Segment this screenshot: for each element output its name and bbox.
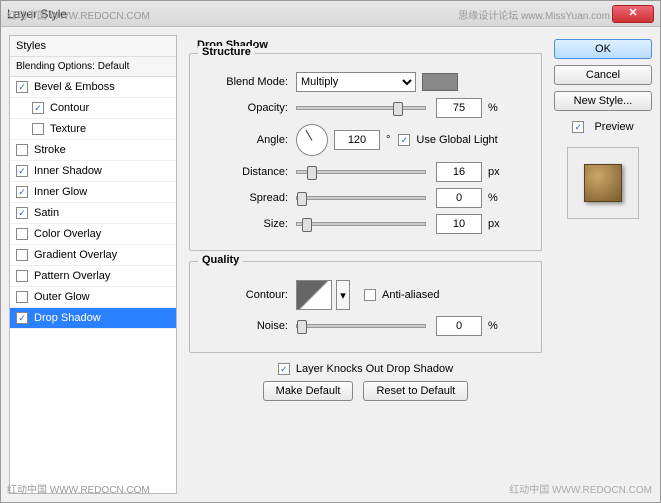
distance-input[interactable]: [436, 162, 482, 182]
knockout-checkbox[interactable]: [278, 363, 290, 375]
style-label: Contour: [50, 102, 89, 114]
style-label: Texture: [50, 123, 86, 135]
ok-button[interactable]: OK: [554, 39, 652, 59]
noise-input[interactable]: [436, 316, 482, 336]
opacity-slider[interactable]: [296, 106, 426, 110]
contour-swatch[interactable]: [296, 280, 332, 310]
anti-aliased-label: Anti-aliased: [382, 289, 439, 301]
style-label: Inner Shadow: [34, 165, 102, 177]
opacity-label: Opacity:: [200, 102, 288, 114]
noise-unit: %: [488, 320, 498, 332]
size-input[interactable]: [436, 214, 482, 234]
style-item-satin[interactable]: Satin: [10, 203, 176, 224]
close-button[interactable]: ✕: [612, 5, 654, 23]
opacity-input[interactable]: [436, 98, 482, 118]
anti-aliased-checkbox[interactable]: [364, 289, 376, 301]
styles-header[interactable]: Styles: [10, 36, 176, 57]
style-checkbox[interactable]: [16, 144, 28, 156]
style-checkbox[interactable]: [16, 186, 28, 198]
right-panel: OK Cancel New Style... Preview: [554, 35, 652, 494]
use-global-light-label: Use Global Light: [416, 134, 497, 146]
style-label: Satin: [34, 207, 59, 219]
center-panel: Drop Shadow Structure Blend Mode: Multip…: [177, 35, 554, 494]
style-item-outer-glow[interactable]: Outer Glow: [10, 287, 176, 308]
style-item-texture[interactable]: Texture: [10, 119, 176, 140]
style-item-drop-shadow[interactable]: Drop Shadow: [10, 308, 176, 329]
quality-legend: Quality: [198, 254, 243, 266]
style-label: Gradient Overlay: [34, 249, 117, 261]
size-slider[interactable]: [296, 222, 426, 226]
noise-slider[interactable]: [296, 324, 426, 328]
style-label: Inner Glow: [34, 186, 87, 198]
style-label: Stroke: [34, 144, 66, 156]
style-label: Drop Shadow: [34, 312, 101, 324]
distance-label: Distance:: [200, 166, 288, 178]
style-checkbox[interactable]: [16, 312, 28, 324]
new-style-button[interactable]: New Style...: [554, 91, 652, 111]
angle-dial[interactable]: [296, 124, 328, 156]
use-global-light-checkbox[interactable]: [398, 134, 410, 146]
layer-style-dialog: Layer Style ✕ 红动中国 WWW.REDOCN.COM 思缘设计论坛…: [0, 0, 661, 503]
watermark-bottom-left: 红动中国 WWW.REDOCN.COM: [7, 481, 150, 496]
spread-input[interactable]: [436, 188, 482, 208]
contour-dropdown[interactable]: ▾: [336, 280, 350, 310]
style-checkbox[interactable]: [16, 81, 28, 93]
style-checkbox[interactable]: [16, 270, 28, 282]
style-checkbox[interactable]: [16, 291, 28, 303]
angle-input[interactable]: [334, 130, 380, 150]
style-item-contour[interactable]: Contour: [10, 98, 176, 119]
style-item-color-overlay[interactable]: Color Overlay: [10, 224, 176, 245]
watermark-top-left: 红动中国 WWW.REDOCN.COM: [7, 7, 150, 22]
size-unit: px: [488, 218, 500, 230]
style-checkbox[interactable]: [16, 165, 28, 177]
structure-legend: Structure: [198, 46, 255, 58]
angle-label: Angle:: [200, 134, 288, 146]
style-item-pattern-overlay[interactable]: Pattern Overlay: [10, 266, 176, 287]
style-checkbox[interactable]: [16, 228, 28, 240]
opacity-unit: %: [488, 102, 498, 114]
style-checkbox[interactable]: [32, 102, 44, 114]
cancel-button[interactable]: Cancel: [554, 65, 652, 85]
watermark-bottom-right: 红动中国 WWW.REDOCN.COM: [509, 481, 652, 496]
style-checkbox[interactable]: [16, 249, 28, 261]
knockout-label: Layer Knocks Out Drop Shadow: [296, 363, 453, 375]
style-item-bevel-emboss[interactable]: Bevel & Emboss: [10, 77, 176, 98]
style-item-gradient-overlay[interactable]: Gradient Overlay: [10, 245, 176, 266]
spread-unit: %: [488, 192, 498, 204]
style-item-stroke[interactable]: Stroke: [10, 140, 176, 161]
size-label: Size:: [200, 218, 288, 230]
distance-slider[interactable]: [296, 170, 426, 174]
spread-label: Spread:: [200, 192, 288, 204]
preview-swatch: [584, 164, 622, 202]
shadow-color-swatch[interactable]: [422, 73, 458, 91]
style-label: Color Overlay: [34, 228, 101, 240]
angle-unit: °: [386, 134, 390, 146]
structure-group: Structure Blend Mode: Multiply Opacity: …: [189, 53, 542, 251]
make-default-button[interactable]: Make Default: [263, 381, 354, 401]
reset-default-button[interactable]: Reset to Default: [363, 381, 468, 401]
distance-unit: px: [488, 166, 500, 178]
preview-label: Preview: [594, 121, 633, 133]
blend-mode-select[interactable]: Multiply: [296, 72, 416, 92]
blend-mode-label: Blend Mode:: [200, 76, 288, 88]
quality-group: Quality Contour: ▾ Anti-aliased Noise: %: [189, 261, 542, 353]
style-label: Outer Glow: [34, 291, 90, 303]
style-checkbox[interactable]: [32, 123, 44, 135]
style-item-inner-shadow[interactable]: Inner Shadow: [10, 161, 176, 182]
contour-label: Contour:: [200, 289, 288, 301]
noise-label: Noise:: [200, 320, 288, 332]
style-checkbox[interactable]: [16, 207, 28, 219]
style-label: Bevel & Emboss: [34, 81, 115, 93]
preview-thumbnail: [567, 147, 639, 219]
style-label: Pattern Overlay: [34, 270, 110, 282]
blending-options[interactable]: Blending Options: Default: [10, 57, 176, 77]
watermark-top-right: 思缘设计论坛 www.MissYuan.com: [458, 7, 610, 22]
style-item-inner-glow[interactable]: Inner Glow: [10, 182, 176, 203]
preview-checkbox[interactable]: [572, 121, 584, 133]
spread-slider[interactable]: [296, 196, 426, 200]
styles-list: Styles Blending Options: Default Bevel &…: [9, 35, 177, 494]
